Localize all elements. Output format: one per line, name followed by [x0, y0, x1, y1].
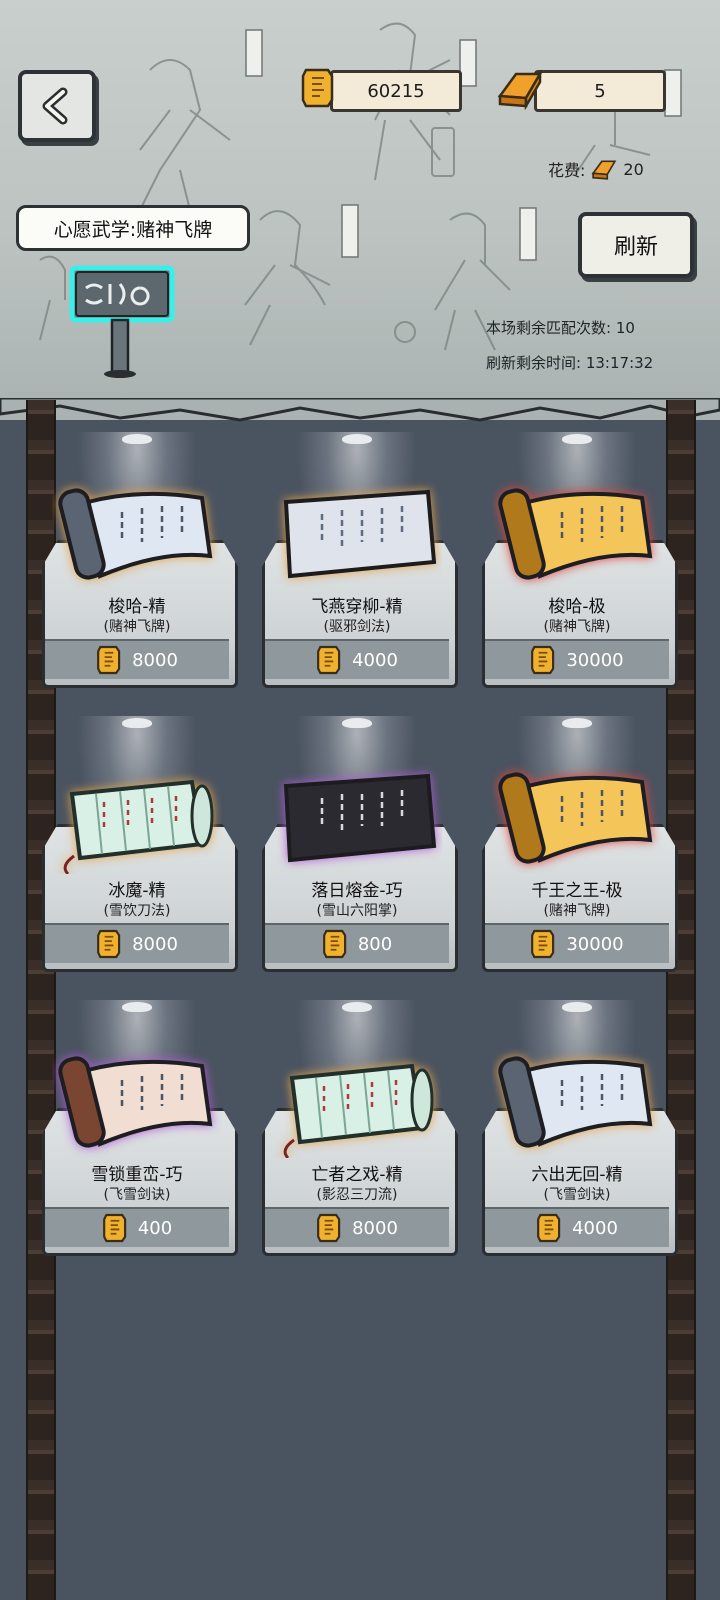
gold-balance-value: 5 — [594, 80, 606, 102]
wish-skill-text: 心愿武学:赌神飞牌 — [53, 218, 213, 241]
item-name: 梭哈-精 — [108, 597, 166, 617]
shop-item[interactable]: 梭哈-精 (赌神飞牌) 8000 — [42, 432, 238, 688]
skill-manual-icon — [492, 480, 662, 594]
lamp-icon — [122, 434, 152, 444]
price-bar: 8000 — [45, 923, 229, 963]
price-bar: 4000 — [485, 1207, 669, 1247]
item-name: 雪锁重峦-巧 — [91, 1165, 183, 1185]
skill-manual-icon — [272, 764, 442, 878]
gold-balance: 5 — [534, 70, 666, 112]
shop-item[interactable]: 梭哈-极 (赌神飞牌) 30000 — [482, 432, 678, 688]
lamp-icon — [122, 718, 152, 728]
coin-token-icon — [102, 1213, 127, 1243]
item-name: 六出无回-精 — [531, 1165, 623, 1185]
item-school: (飞雪剑诀) — [543, 1187, 611, 1203]
skill-manual-icon — [492, 764, 662, 878]
refresh-button[interactable]: 刷新 — [578, 212, 694, 278]
item-name: 冰魔-精 — [108, 881, 166, 901]
remaining-matches: 本场剩余匹配次数: 10 — [486, 317, 635, 338]
lamp-icon — [562, 434, 592, 444]
coin-token-icon — [317, 1213, 341, 1243]
item-school: (雪饮刀法) — [103, 903, 171, 919]
skill-manual-icon — [272, 1048, 442, 1162]
header-scene: 60215 5 花费: 20 心愿武学:赌神飞牌 刷新 本场剩余匹配次数: 10… — [0, 0, 720, 420]
chevron-left-icon — [42, 87, 68, 125]
item-school: (影忍三刀流) — [316, 1187, 398, 1203]
item-name: 梭哈-极 — [548, 597, 606, 617]
lamp-icon — [122, 1002, 152, 1012]
coin-token-icon — [97, 645, 121, 675]
gold-bar-icon — [591, 160, 617, 180]
item-price: 400 — [137, 1217, 173, 1239]
skill-manual-icon — [52, 1048, 222, 1162]
coin-token-icon — [537, 1213, 561, 1243]
refresh-timer: 刷新剩余时间: 13:17:32 — [486, 352, 653, 373]
remaining-matches-value: 10 — [615, 319, 635, 337]
price-bar: 30000 — [485, 923, 669, 963]
item-price: 800 — [357, 933, 393, 955]
price-bar: 800 — [265, 923, 449, 963]
price-bar: 8000 — [265, 1207, 449, 1247]
refresh-cost: 花费: 20 — [548, 157, 644, 181]
skill-manual-icon — [492, 1048, 662, 1162]
shop-item[interactable]: 亡者之戏-精 (影忍三刀流) 8000 — [262, 1000, 458, 1256]
item-price: 8000 — [132, 933, 178, 955]
item-price: 8000 — [132, 649, 178, 671]
item-school: (赌神飞牌) — [543, 619, 611, 635]
signpost-icon[interactable] — [64, 262, 184, 382]
coin-balance-value: 60215 — [367, 80, 425, 102]
shop-item[interactable]: 千王之王-极 (赌神飞牌) 30000 — [482, 716, 678, 972]
lamp-icon — [342, 1002, 372, 1012]
refresh-timer-label: 刷新剩余时间: — [486, 354, 582, 372]
lamp-icon — [342, 718, 372, 728]
remaining-matches-label: 本场剩余匹配次数: — [486, 319, 612, 337]
item-school: (赌神飞牌) — [103, 619, 171, 635]
back-button[interactable] — [18, 70, 96, 142]
coin-token-icon — [301, 68, 334, 108]
skill-manual-icon — [272, 480, 442, 594]
price-bar: 4000 — [265, 639, 449, 679]
item-school: (赌神飞牌) — [543, 903, 611, 919]
refresh-timer-value: 13:17:32 — [585, 354, 654, 372]
price-bar: 8000 — [45, 639, 229, 679]
skill-manual-icon — [52, 764, 222, 878]
shop-item[interactable]: 六出无回-精 (飞雪剑诀) 4000 — [482, 1000, 678, 1256]
lamp-icon — [342, 434, 372, 444]
item-name: 飞燕穿柳-精 — [311, 597, 403, 617]
coin-balance: 60215 — [330, 70, 462, 112]
price-bar: 400 — [45, 1207, 229, 1247]
item-price: 30000 — [566, 933, 624, 955]
item-price: 4000 — [352, 649, 398, 671]
price-bar: 30000 — [485, 639, 669, 679]
shop-item[interactable]: 飞燕穿柳-精 (驱邪剑法) 4000 — [262, 432, 458, 688]
coin-token-icon — [531, 929, 555, 959]
item-name: 落日熔金-巧 — [311, 881, 403, 901]
coin-token-icon — [97, 929, 121, 959]
header-torn-edge — [0, 398, 720, 422]
item-price: 30000 — [566, 649, 624, 671]
cost-label: 花费: — [548, 161, 586, 180]
lamp-icon — [562, 1002, 592, 1012]
shop-item[interactable]: 落日熔金-巧 (雪山六阳掌) 800 — [262, 716, 458, 972]
lamp-icon — [562, 718, 592, 728]
gold-bar-icon — [497, 69, 543, 110]
coin-token-icon — [317, 645, 341, 675]
item-school: (雪山六阳掌) — [316, 903, 398, 919]
skill-manual-icon — [52, 480, 222, 594]
item-price: 4000 — [572, 1217, 618, 1239]
shop-item[interactable]: 雪锁重峦-巧 (飞雪剑诀) 400 — [42, 1000, 238, 1256]
shop-item[interactable]: 冰魔-精 (雪饮刀法) 8000 — [42, 716, 238, 972]
item-price: 8000 — [352, 1217, 398, 1239]
coin-token-icon — [531, 645, 555, 675]
refresh-button-label: 刷新 — [613, 235, 658, 260]
item-school: (驱邪剑法) — [323, 619, 391, 635]
wish-skill-label: 心愿武学:赌神飞牌 — [16, 205, 250, 251]
item-name: 亡者之戏-精 — [311, 1165, 403, 1185]
coin-token-icon — [322, 929, 347, 959]
item-name: 千王之王-极 — [531, 881, 623, 901]
item-school: (飞雪剑诀) — [103, 1187, 171, 1203]
cost-value: 20 — [623, 159, 644, 179]
